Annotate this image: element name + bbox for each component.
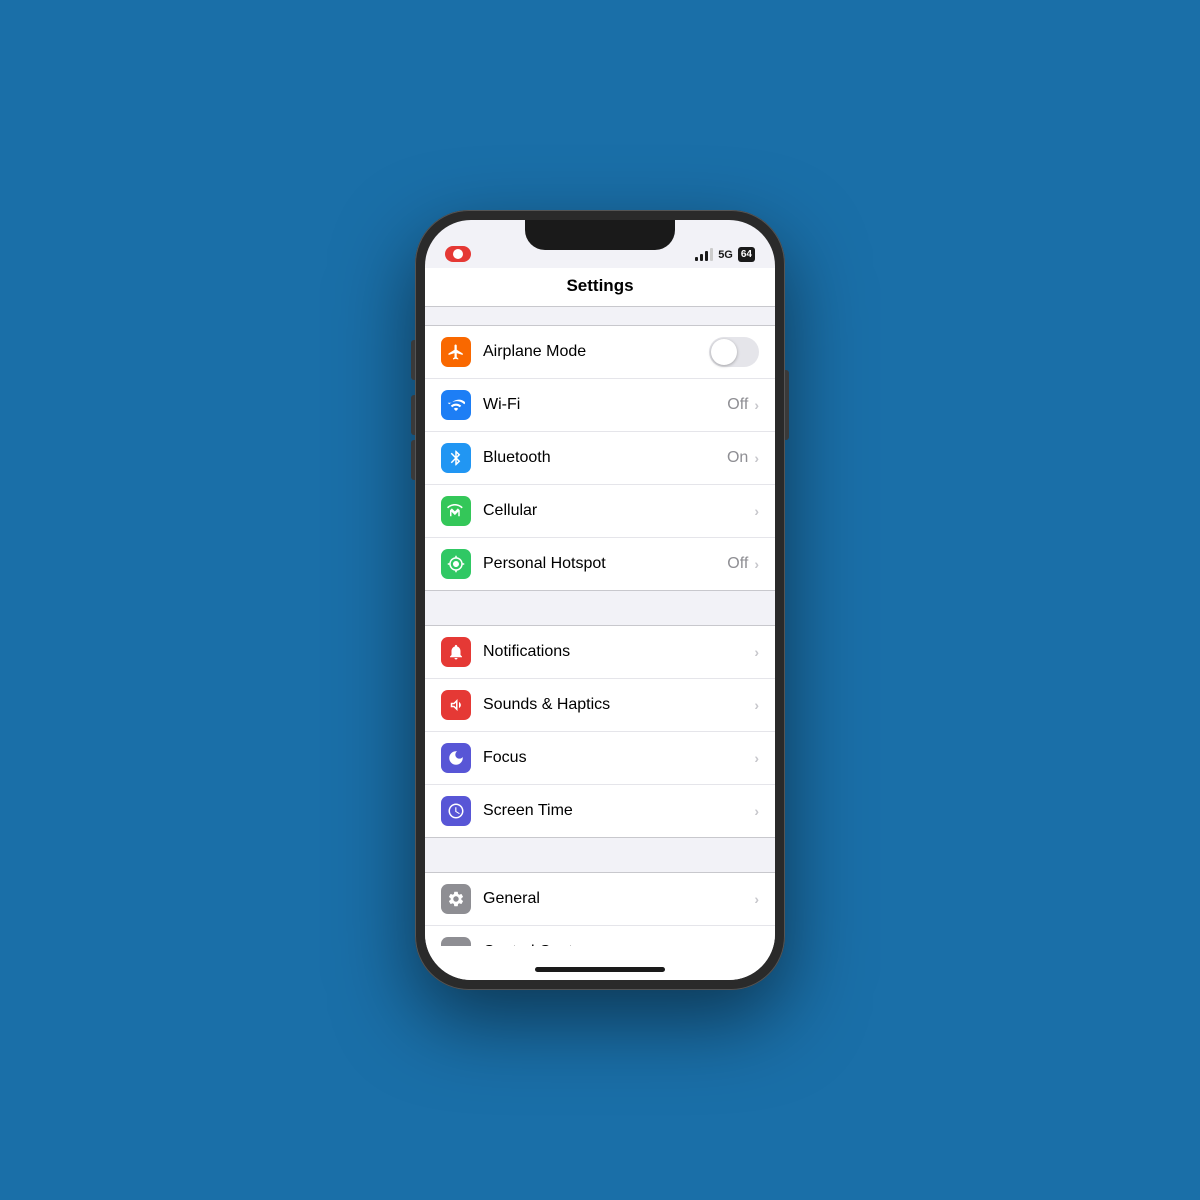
hotspot-value: Off [727, 555, 748, 573]
airplane-mode-label: Airplane Mode [483, 343, 709, 361]
airplane-svg [447, 343, 465, 361]
settings-row-sounds[interactable]: Sounds & Haptics › [425, 679, 775, 732]
bluetooth-icon [441, 443, 471, 473]
battery: 64 [738, 247, 755, 262]
general-label: General [483, 890, 754, 908]
settings-row-control-center[interactable]: Control Center › [425, 926, 775, 946]
network-type: 5G [718, 249, 733, 261]
record-dot [453, 249, 463, 259]
control-center-label: Control Center [483, 943, 754, 946]
settings-row-hotspot[interactable]: Personal Hotspot Off › [425, 538, 775, 590]
settings-row-screen-time[interactable]: Screen Time › [425, 785, 775, 837]
focus-svg [447, 749, 465, 767]
wifi-value: Off [727, 396, 748, 414]
signal-bar-3 [705, 251, 708, 261]
cellular-label: Cellular [483, 502, 754, 520]
wifi-icon [441, 390, 471, 420]
hotspot-icon [441, 549, 471, 579]
page-title: Settings [425, 276, 775, 296]
notifications-svg [447, 643, 465, 661]
notifications-icon [441, 637, 471, 667]
general-chevron: › [754, 891, 759, 907]
settings-row-notifications[interactable]: Notifications › [425, 626, 775, 679]
bluetooth-svg [447, 449, 465, 467]
sounds-icon [441, 690, 471, 720]
wifi-label: Wi-Fi [483, 396, 727, 414]
notifications-label: Notifications [483, 643, 754, 661]
focus-label: Focus [483, 749, 754, 767]
sounds-label: Sounds & Haptics [483, 696, 754, 714]
signal-bar-1 [695, 257, 698, 261]
settings-row-bluetooth[interactable]: Bluetooth On › [425, 432, 775, 485]
settings-row-cellular[interactable]: Cellular › [425, 485, 775, 538]
screen-time-svg [447, 802, 465, 820]
cellular-chevron: › [754, 503, 759, 519]
control-center-icon [441, 937, 471, 946]
settings-group-connectivity: Airplane Mode Wi-Fi Off › [425, 325, 775, 591]
general-icon [441, 884, 471, 914]
airplane-mode-icon [441, 337, 471, 367]
page-title-bar: Settings [425, 268, 775, 307]
cellular-icon [441, 496, 471, 526]
notifications-chevron: › [754, 644, 759, 660]
settings-row-general[interactable]: General › [425, 873, 775, 926]
settings-group-general: General › Control Center › [425, 872, 775, 946]
bluetooth-chevron: › [754, 450, 759, 466]
hotspot-label: Personal Hotspot [483, 555, 727, 573]
bluetooth-label: Bluetooth [483, 449, 727, 467]
general-svg [447, 890, 465, 908]
focus-icon [441, 743, 471, 773]
record-indicator [445, 246, 471, 262]
screen-time-label: Screen Time [483, 802, 754, 820]
hotspot-chevron: › [754, 556, 759, 572]
phone-frame: 5G 64 Settings Airplan [415, 210, 785, 990]
sounds-svg [447, 696, 465, 714]
airplane-mode-toggle[interactable] [709, 337, 759, 367]
home-indicator [425, 946, 775, 980]
toggle-knob [711, 339, 737, 365]
home-bar [535, 967, 665, 972]
settings-group-notifications: Notifications › Sounds & Haptics › [425, 625, 775, 838]
spacer-1 [425, 591, 775, 625]
signal-bar-2 [700, 254, 703, 261]
status-left [445, 246, 471, 262]
wifi-svg [447, 396, 465, 414]
screen-time-chevron: › [754, 803, 759, 819]
phone-screen: 5G 64 Settings Airplan [425, 220, 775, 980]
cellular-svg [447, 502, 465, 520]
settings-row-focus[interactable]: Focus › [425, 732, 775, 785]
hotspot-svg [447, 555, 465, 573]
settings-scroll[interactable]: Airplane Mode Wi-Fi Off › [425, 307, 775, 946]
wifi-chevron: › [754, 397, 759, 413]
status-right: 5G 64 [695, 247, 755, 262]
control-center-svg [447, 943, 465, 946]
settings-row-airplane-mode[interactable]: Airplane Mode [425, 326, 775, 379]
focus-chevron: › [754, 750, 759, 766]
notch [525, 220, 675, 250]
settings-row-wifi[interactable]: Wi-Fi Off › [425, 379, 775, 432]
bluetooth-value: On [727, 449, 748, 467]
control-center-chevron: › [754, 944, 759, 946]
sounds-chevron: › [754, 697, 759, 713]
spacer-2 [425, 838, 775, 872]
screen-time-icon [441, 796, 471, 826]
signal-bars [695, 248, 713, 261]
signal-bar-4 [710, 248, 713, 261]
